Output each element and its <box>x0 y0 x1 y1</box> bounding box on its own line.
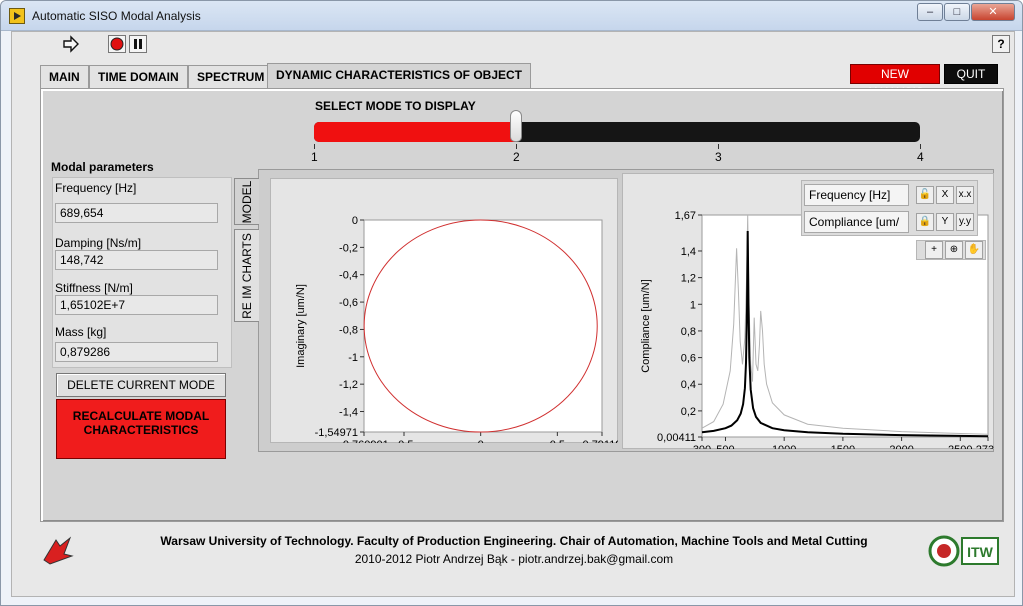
frf-x-tick-label: 300 <box>693 444 711 449</box>
nyquist-x-tick-label: -0,5 <box>395 439 414 443</box>
damping-value: 148,742 <box>55 250 218 270</box>
mode-selector-label: SELECT MODE TO DISPLAY <box>315 99 476 113</box>
frf-y-tick-label: 0,6 <box>681 353 696 365</box>
slider-tick-label: 3 <box>715 150 722 164</box>
frf-y-tick-label: 1 <box>690 299 696 311</box>
application-window: Automatic SISO Modal Analysis – □ ✕ ? MA… <box>0 0 1023 606</box>
close-button[interactable]: ✕ <box>971 3 1015 21</box>
tab-time-domain[interactable]: TIME DOMAIN <box>89 65 188 88</box>
legend-compliance: Compliance [um/ <box>804 211 909 233</box>
quit-button[interactable]: QUIT <box>944 64 998 84</box>
frf-x-tick-label: 2500 <box>948 444 972 449</box>
nyquist-plot-area <box>363 219 603 433</box>
nyquist-y-tick-label: -1,54971 <box>315 427 358 439</box>
y-format-icon[interactable]: y.y <box>956 213 974 231</box>
graph-palette: + ⊕ ✋ <box>916 240 986 260</box>
lock-icon[interactable]: 🔓 <box>916 186 934 204</box>
nyquist-y-tick-label: 0 <box>352 215 358 227</box>
x-format-icon[interactable]: x.x <box>956 186 974 204</box>
y-autoscale-icon[interactable]: Y <box>936 213 954 231</box>
x-autoscale-icon[interactable]: X <box>936 186 954 204</box>
footer-author: 2010-2012 Piotr Andrzej Bąk - piotr.andr… <box>354 552 674 566</box>
frf-y-axis-title: Compliance [um/N] <box>640 279 652 373</box>
nyquist-chart: -0,760901 -0,5 0 0,5 0,79119 0 -0,2 -0,4 -0,6 -0,… <box>295 215 618 443</box>
help-button[interactable]: ? <box>992 35 1010 53</box>
frf-y-tick-label: 0,4 <box>681 379 696 391</box>
frf-y-tick-label: 0,00411 <box>657 432 696 444</box>
legend-frequency: Frequency [Hz] <box>804 184 909 206</box>
side-tab-re-im-label: RE IM CHARTS <box>240 232 254 319</box>
nyquist-y-tick-label: -1,2 <box>339 379 358 391</box>
minimize-button[interactable]: – <box>917 3 943 21</box>
frf-x-tick-label: 500 <box>716 444 734 449</box>
frf-y-tick-label: 0,8 <box>681 326 696 338</box>
delete-current-mode-button[interactable]: DELETE CURRENT MODE <box>56 373 226 397</box>
side-tab-model[interactable]: MODEL <box>234 178 259 225</box>
nyquist-y-tick-label: -0,8 <box>339 324 358 336</box>
frf-y-tick-label: 1,2 <box>681 273 696 285</box>
vi-front-panel: ? MAIN TIME DOMAIN SPECTRUM DYNAMIC CHAR… <box>11 31 1015 597</box>
modal-parameters-box: Frequency [Hz] 689,654 Damping [Ns/m] 14… <box>52 177 232 368</box>
side-tab-model-label: MODEL <box>240 180 254 223</box>
svg-text:ITW: ITW <box>967 544 993 560</box>
nyquist-x-tick-label: 0,5 <box>550 439 565 443</box>
mass-label: Mass [kg] <box>55 325 107 339</box>
frf-x-tick-label: 2000 <box>889 444 913 449</box>
maximize-button[interactable]: □ <box>944 3 970 21</box>
run-arrow-icon[interactable] <box>62 35 80 53</box>
mode-slider-fill <box>314 122 516 142</box>
frf-x-tick-label: 2736 <box>976 444 994 449</box>
stiffness-label: Stiffness [N/m] <box>55 281 133 295</box>
slider-tick-mark <box>718 144 719 149</box>
tab-dynamic-characteristics[interactable]: DYNAMIC CHARACTERISTICS OF OBJECT <box>267 63 532 88</box>
window-title: Automatic SISO Modal Analysis <box>32 9 201 23</box>
frequency-value: 689,654 <box>55 203 218 223</box>
slider-tick-mark <box>314 144 315 149</box>
itw-logo: ITW <box>928 534 1000 570</box>
mode-slider-thumb[interactable] <box>510 110 522 142</box>
abort-execution-icon[interactable] <box>108 35 126 53</box>
nyquist-y-axis-title: Imaginary [um/N] <box>295 284 307 368</box>
slider-tick-label: 4 <box>917 150 924 164</box>
lock-icon[interactable]: 🔒 <box>916 213 934 231</box>
new-analysis-button[interactable]: NEW ANALYSIS <box>850 64 940 99</box>
nyquist-x-tick-label: 0 <box>478 439 484 443</box>
nyquist-x-tick-label: 0,79119 <box>583 439 618 443</box>
frf-y-tick-label: 1,67 <box>675 210 696 222</box>
frf-y-tick-label: 0,2 <box>681 406 696 418</box>
nyquist-x-tick-label: -0,760901 <box>339 439 389 443</box>
recalculate-button[interactable]: RECALCULATE MODAL CHARACTERISTICS <box>56 399 226 459</box>
frf-x-tick-label: 1500 <box>831 444 855 449</box>
plot-legend: Frequency [Hz] 🔓 X x.x Compliance [um/ 🔒… <box>801 180 978 236</box>
frequency-label: Frequency [Hz] <box>55 181 137 195</box>
run-toolbar: ? <box>12 32 1014 58</box>
tab-main[interactable]: MAIN <box>40 65 89 88</box>
zoom-icon[interactable]: ⊕ <box>945 241 963 259</box>
stiffness-value: 1,65102E+7 <box>55 295 218 315</box>
frf-x-tick-label: 1000 <box>772 444 796 449</box>
mass-value: 0,879286 <box>55 342 218 362</box>
cursor-move-icon[interactable]: + <box>925 241 943 259</box>
pan-hand-icon[interactable]: ✋ <box>965 241 983 259</box>
nyquist-y-tick-label: -0,2 <box>339 242 358 254</box>
damping-label: Damping [Ns/m] <box>55 236 142 250</box>
nyquist-y-tick-label: -1,4 <box>339 407 358 419</box>
mode-slider-track[interactable] <box>314 122 920 142</box>
nyquist-y-tick-label: -0,4 <box>339 270 358 282</box>
side-tab-re-im-charts[interactable]: RE IM CHARTS <box>234 229 259 322</box>
modal-parameters-title: Modal parameters <box>51 160 154 174</box>
pause-icon[interactable] <box>129 35 147 53</box>
title-bar: Automatic SISO Modal Analysis – □ ✕ <box>1 1 1022 31</box>
labview-app-icon <box>9 8 25 24</box>
slider-tick-mark <box>516 144 517 149</box>
slider-tick-mark <box>920 144 921 149</box>
nyquist-y-tick-label: -1 <box>348 352 358 364</box>
footer-institution: Warsaw University of Technology. Faculty… <box>160 534 868 548</box>
slider-tick-label: 2 <box>513 150 520 164</box>
nyquist-y-tick-label: -0,6 <box>339 297 358 309</box>
slider-tick-label: 1 <box>311 150 318 164</box>
tab-spectrum[interactable]: SPECTRUM <box>188 65 274 88</box>
frf-y-tick-label: 1,4 <box>681 246 696 258</box>
